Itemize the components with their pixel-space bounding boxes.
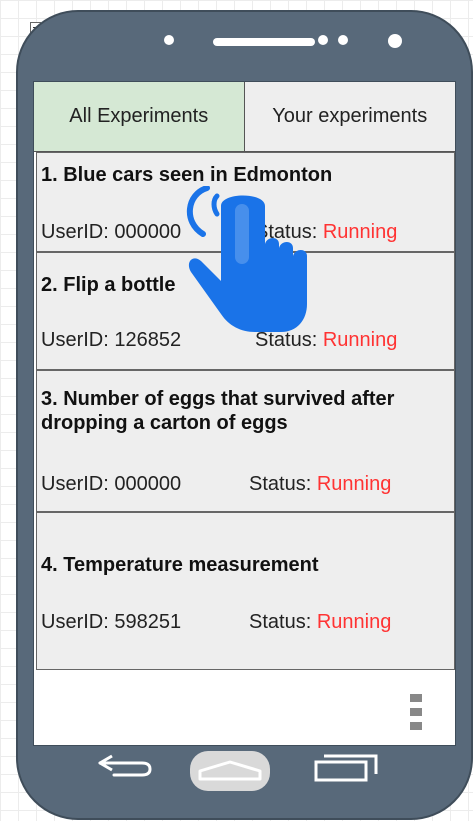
experiment-tabs: All Experiments Your experiments — [34, 82, 455, 152]
status-value: Running — [322, 329, 398, 351]
experiment-title: 4. Temperature measurement — [41, 554, 319, 576]
speaker-dot-icon — [164, 35, 174, 45]
status-label: Status: — [255, 329, 318, 351]
experiment-title: 1. Blue cars seen in Edmonton — [41, 164, 333, 186]
recent-apps-icon[interactable] — [312, 752, 382, 784]
experiment-card[interactable]: 2. Flip a bottle UserID: 126852 Status: … — [36, 252, 455, 370]
status-value: Running — [316, 473, 392, 495]
status-label: Status: — [255, 221, 318, 243]
experiment-user-id: UserID: 000000 — [41, 473, 182, 495]
experiment-status: Status: Running — [249, 473, 391, 496]
speaker-grille — [213, 38, 315, 46]
experiment-card[interactable]: 1. Blue cars seen in Edmonton UserID: 00… — [36, 152, 455, 252]
experiment-card[interactable]: 4. Temperature measurement UserID: 59825… — [36, 512, 455, 670]
experiment-status: Status: Running — [249, 611, 391, 634]
back-arrow-icon[interactable] — [94, 750, 154, 780]
experiment-user-id: UserID: 126852 — [41, 329, 182, 351]
tab-all-experiments[interactable]: All Experiments — [34, 82, 245, 152]
experiment-status: Status: Running — [255, 329, 397, 352]
experiment-title: 3. Number of eggs that survived after dr… — [41, 388, 395, 434]
status-label: Status: — [249, 473, 312, 495]
more-vertical-icon[interactable] — [410, 694, 422, 730]
tab-your-experiments[interactable]: Your experiments — [244, 82, 455, 152]
phone-screen: All Experiments Your experiments 1. Blue… — [33, 81, 456, 746]
home-icon — [198, 760, 262, 781]
status-value: Running — [316, 611, 392, 633]
experiment-status: Status: Running — [255, 221, 397, 244]
experiment-user-id: UserID: 000000 — [41, 221, 182, 243]
diagram-canvas: All Experiments Your experiments 1. Blue… — [0, 0, 473, 821]
sensor-dot-icon — [318, 35, 328, 45]
home-button[interactable] — [190, 751, 270, 791]
camera-icon — [388, 34, 402, 48]
status-label: Status: — [249, 611, 312, 633]
sensor-dot-icon — [338, 35, 348, 45]
experiment-title: 2. Flip a bottle — [41, 274, 176, 296]
experiment-card[interactable]: 3. Number of eggs that survived after dr… — [36, 370, 455, 512]
status-value: Running — [322, 221, 398, 243]
experiment-user-id: UserID: 598251 — [41, 611, 182, 633]
screen-footer — [34, 670, 455, 745]
